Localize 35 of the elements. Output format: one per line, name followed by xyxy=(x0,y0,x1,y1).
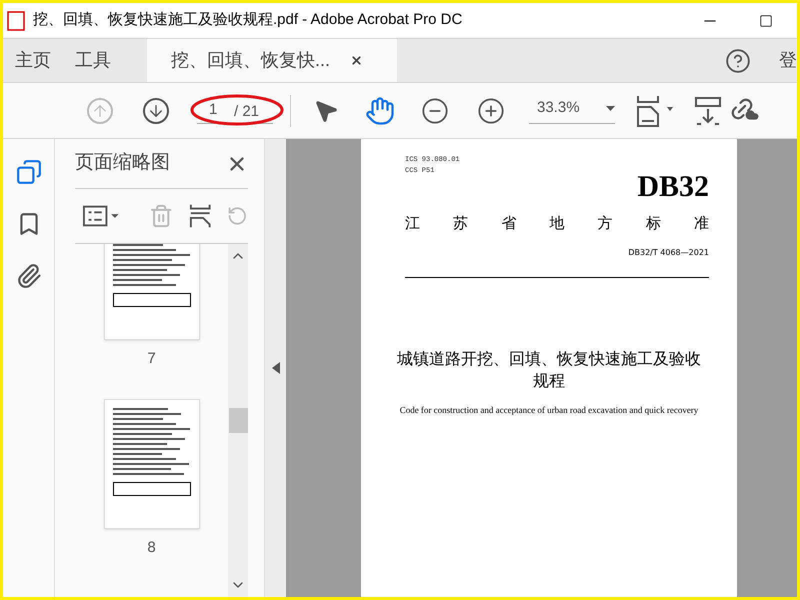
pdf-icon xyxy=(7,10,25,30)
page-number-label: 7 xyxy=(147,349,156,369)
login-link[interactable]: 登 xyxy=(779,47,797,74)
scrollbar-thumb[interactable] xyxy=(228,408,248,433)
caret-icon xyxy=(606,106,615,110)
tab[interactable]: 主页 xyxy=(3,39,63,82)
hand-tool-icon[interactable] xyxy=(365,96,395,126)
attachment-icon[interactable] xyxy=(16,263,42,289)
next-page-icon[interactable] xyxy=(143,98,169,124)
fit-page-icon[interactable] xyxy=(635,94,675,126)
zoom-dropdown[interactable]: 33.3% xyxy=(529,96,615,124)
collapse-arrow-icon xyxy=(272,362,280,374)
document-subtitle: Code for construction and acceptance of urban road excavation and quick recovery xyxy=(398,404,700,417)
standard-number: DB32/T 4068—2021 xyxy=(628,246,709,258)
zoom-in-icon[interactable] xyxy=(477,96,505,124)
scroll-mode-icon[interactable] xyxy=(695,96,721,124)
insert-page-icon[interactable] xyxy=(188,203,212,229)
scrollbar[interactable] xyxy=(228,244,248,597)
page-thumbnail[interactable] xyxy=(104,398,200,528)
page-thumbnails-icon[interactable] xyxy=(16,159,42,185)
zoom-out-icon[interactable] xyxy=(421,96,449,124)
options-icon[interactable] xyxy=(83,204,120,228)
panel-title: 页面缩略图 xyxy=(75,151,170,176)
standard-type: 江苏省地方标准 xyxy=(405,213,709,234)
document-title: 城镇道路开挖、回填、恢复快速施工及验收规程 xyxy=(396,348,702,392)
standard-code: DB32 xyxy=(637,172,709,202)
maximize-icon[interactable] xyxy=(759,14,773,28)
tab[interactable]: 工具 xyxy=(63,39,123,82)
help-icon[interactable] xyxy=(725,48,751,74)
tab[interactable]: 挖、回填、恢复快... xyxy=(147,39,397,82)
page-number-label: 8 xyxy=(147,538,156,558)
page-count-label: / 21 xyxy=(234,102,260,122)
page-thumbnail[interactable] xyxy=(104,244,200,340)
close-tab-icon[interactable] xyxy=(350,54,364,67)
window-title: 挖、回填、恢复快速施工及验收规程.pdf - Adobe Acrobat Pro DC xyxy=(33,10,462,30)
